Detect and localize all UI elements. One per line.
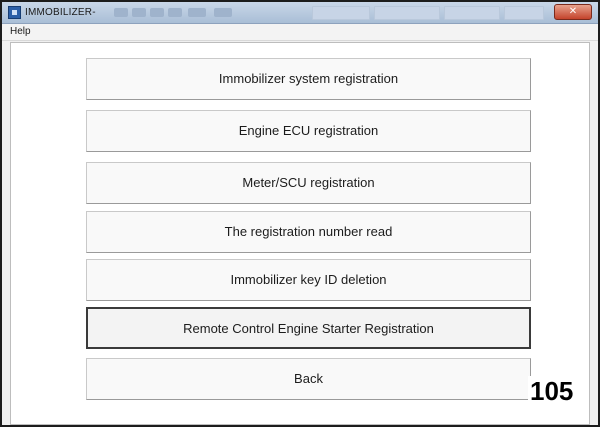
taskbar-segment — [504, 6, 544, 20]
taskbar-segment — [444, 6, 500, 20]
registration-number-read-button[interactable]: The registration number read — [86, 211, 531, 253]
back-button[interactable]: Back — [86, 358, 531, 400]
title-blur-block — [188, 8, 206, 17]
window-title: IMMOBILIZER- — [25, 7, 96, 18]
menu-item-help[interactable]: Help — [10, 26, 31, 37]
title-blur-block — [114, 8, 128, 17]
taskbar-segment — [312, 6, 370, 20]
page-number: 105 — [528, 376, 576, 407]
engine-ecu-registration-button[interactable]: Engine ECU registration — [86, 110, 531, 152]
title-blur-block — [150, 8, 164, 17]
title-bar[interactable]: IMMOBILIZER- ✕ — [2, 2, 598, 24]
title-blur-block — [132, 8, 146, 17]
remote-engine-starter-registration-button[interactable]: Remote Control Engine Starter Registrati… — [86, 307, 531, 349]
taskbar-segment — [374, 6, 440, 20]
immobilizer-window: IMMOBILIZER- ✕ Help Immobilizer system r… — [0, 0, 600, 427]
title-blur-block — [214, 8, 232, 17]
immobilizer-key-id-deletion-button[interactable]: Immobilizer key ID deletion — [86, 259, 531, 301]
close-button[interactable]: ✕ — [554, 4, 592, 20]
immobilizer-system-registration-button[interactable]: Immobilizer system registration — [86, 58, 531, 100]
meter-scu-registration-button[interactable]: Meter/SCU registration — [86, 162, 531, 204]
main-panel: Immobilizer system registration Engine E… — [10, 42, 590, 425]
app-icon — [8, 6, 21, 19]
menu-bar: Help — [2, 24, 598, 41]
title-blur-block — [168, 8, 182, 17]
